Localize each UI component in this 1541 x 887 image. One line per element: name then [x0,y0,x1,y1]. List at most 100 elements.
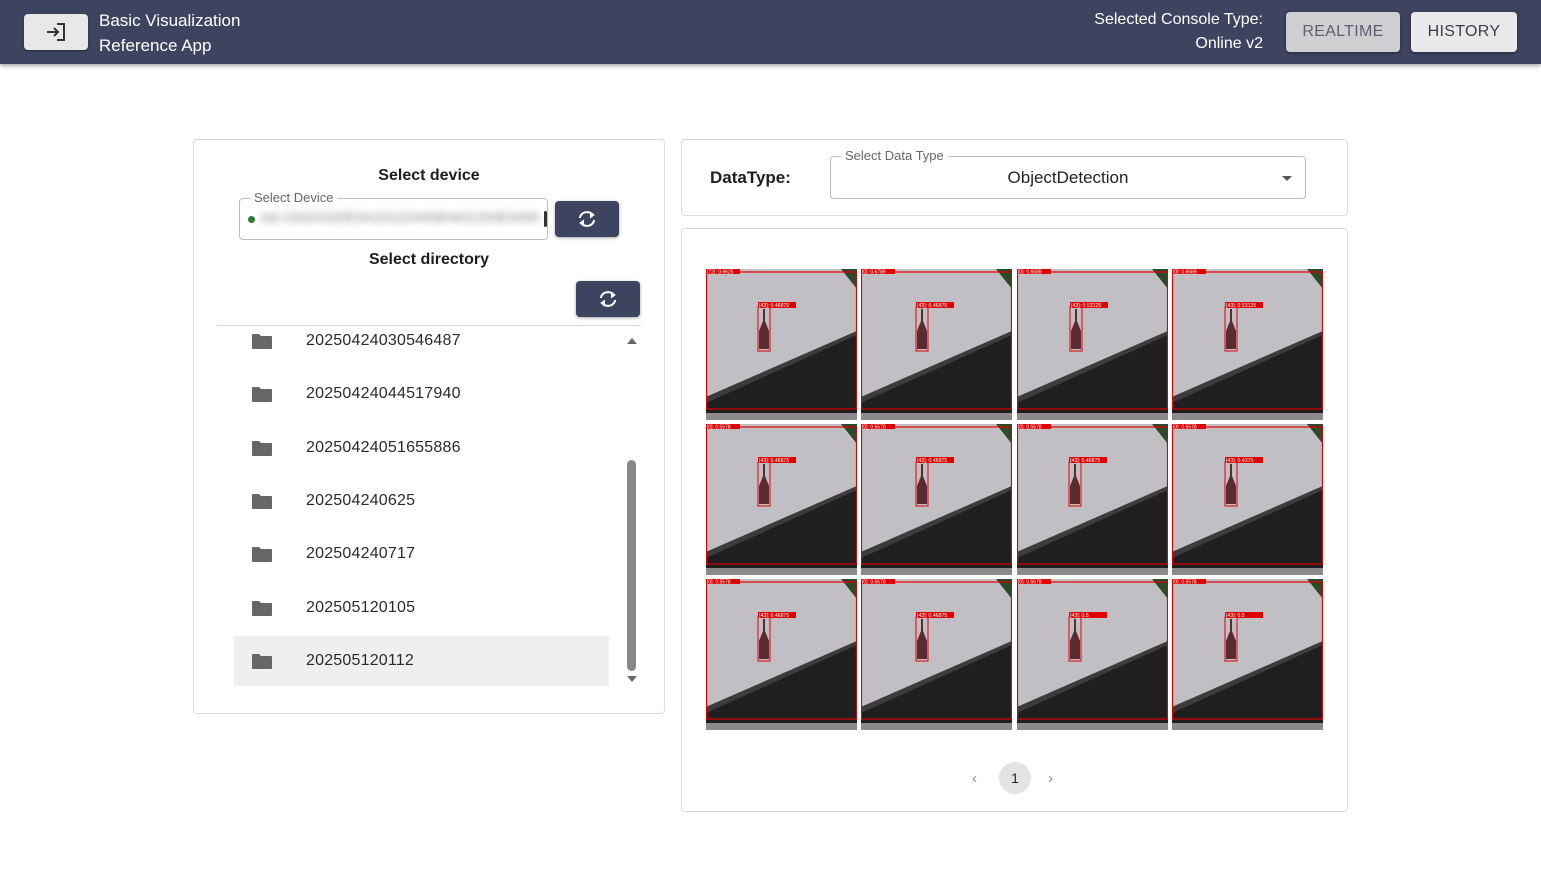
detection-image[interactable]: [0]: 0.5578 [43]: 0.46875 [861,424,1012,575]
directory-item-label: 202505120112 [306,652,414,669]
detection-box-label: [43]: 0.53125 [1226,303,1256,309]
console-type-label: Selected Console Type: [1094,11,1263,28]
directory-item-label: 202505120105 [306,599,416,616]
detection-corner-label: [0]: 0.6789 [862,270,886,276]
refresh-device-button[interactable] [555,201,619,237]
detection-image-canvas: [0]: 0.6789 [43]: 0.46875 [861,269,1012,420]
detection-corner-label: [0]: 0.6689 [1018,270,1042,276]
select-device-title: Select device [378,167,480,184]
detection-corner-label: [0]: 0.5578 [707,425,731,431]
directory-item-label: 20250424051655886 [306,439,461,456]
realtime-button[interactable]: REALTIME [1286,12,1400,52]
detection-box-label: [43]: 0.4375 [1226,458,1254,464]
folder-icon [252,601,272,616]
detection-corner-label: [0]: 0.6689 [1173,270,1197,276]
folder-icon [252,494,272,509]
directory-item[interactable]: 20250424044517940 [234,369,609,419]
detection-image-canvas: [0]: 0.5578 [43]: 0.46875 [706,424,857,575]
detection-corner-label: [0]: 0.5578 [1018,425,1042,431]
data-type-label: DataType: [710,168,791,187]
detection-image[interactable]: [0]: 0.6689 [43]: 0.53125 [1172,269,1323,420]
image-gallery-panel: [72]: 0.9625 [43]: 0.46875 [0]: 0.6789 [43]… [681,228,1348,812]
detection-image-canvas: [0]: 0.5578 [43]: 0.5 [1017,579,1168,730]
detection-image[interactable]: [0]: 0.6689 [43]: 0.53125 [1017,269,1168,420]
detection-box-label: [43]: 0.46875 [917,613,947,619]
pagination-prev-icon[interactable]: ‹ [972,770,977,787]
scroll-down-arrow-icon[interactable] [627,676,637,682]
detection-box-label: [43]: 0.46875 [759,458,789,464]
login-button[interactable] [24,14,88,50]
folder-icon [252,654,272,669]
directory-scrollbar[interactable] [624,336,640,688]
folder-icon [252,547,272,562]
scrollbar-thumb[interactable] [627,460,636,671]
refresh-directory-button[interactable] [576,281,640,317]
detection-image[interactable]: [0]: 0.6789 [43]: 0.46875 [861,269,1012,420]
detection-corner-label: [0]: 0.5578 [1173,580,1197,586]
detection-image-canvas: [0]: 0.6689 [43]: 0.53125 [1172,269,1323,420]
refresh-icon [579,211,595,227]
directory-item[interactable]: 202504240717 [234,529,609,579]
device-select[interactable]: Select Device sid-1002A320E0A2011D440804… [239,190,548,240]
data-type-panel: DataType: Select Data Type ObjectDetecti… [681,139,1348,216]
detection-box-label: [43]: 0.46875 [917,458,947,464]
detection-box-label: [43]: 0.46875 [759,303,789,309]
detection-image-canvas: [0]: 0.5578 [43]: 0.5 [1172,579,1323,730]
detection-corner-label: [0]: 0.5578 [862,580,886,586]
detection-corner-label: [72]: 0.9625 [707,270,734,276]
detection-box-label: [43]: 0.46875 [1070,458,1100,464]
detection-image-canvas: [0]: 0.6689 [43]: 0.53125 [1017,269,1168,420]
image-grid: [72]: 0.9625 [43]: 0.46875 [0]: 0.6789 [43]… [706,269,1324,731]
detection-box-label: [43]: 0.5 [1070,613,1089,619]
directory-item-label: 202504240625 [306,492,416,509]
device-field-cursor [544,211,547,227]
refresh-icon [600,291,616,307]
scroll-up-arrow-icon[interactable] [627,338,637,344]
history-button[interactable]: HISTORY [1411,12,1517,52]
app-title: Basic Visualization Reference App [99,8,240,58]
login-icon [47,23,65,41]
detection-image-canvas: [72]: 0.9625 [43]: 0.46875 [706,269,857,420]
directory-item[interactable]: 20250424030546487 [234,326,609,366]
detection-corner-label: [0]: 0.5578 [1173,425,1197,431]
data-type-select-label: Select Data Type [841,148,948,164]
detection-corner-label: [0]: 0.5578 [862,425,886,431]
directory-item-label: 20250424044517940 [306,385,461,402]
detection-box-label: [43]: 0.53125 [1071,303,1101,309]
detection-image[interactable]: [0]: 0.5578 [43]: 0.5 [1017,579,1168,730]
directory-item[interactable]: 20250424051655886 [234,423,609,473]
device-select-label: Select Device [250,190,338,206]
detection-image-canvas: [0]: 0.5578 [43]: 0.46875 [861,579,1012,730]
folder-icon [252,387,272,402]
dropdown-arrow-icon [1282,176,1292,181]
directory-list[interactable]: 20250424030546487 20250424044517940 202504… [234,326,609,689]
directory-item[interactable]: 202505120105 [234,583,609,633]
detection-image[interactable]: [0]: 0.5578 [43]: 0.46875 [1017,424,1168,575]
detection-box-label: [43]: 0.46875 [917,303,947,309]
select-directory-title: Select directory [368,251,490,268]
detection-image[interactable]: [0]: 0.5578 [43]: 0.4375 [1172,424,1323,575]
app-header: Basic Visualization Reference App Select… [0,0,1541,64]
data-type-select-value: ObjectDetection [1007,168,1129,187]
directory-item[interactable]: 202504240625 [234,476,609,526]
detection-image[interactable]: [0]: 0.5578 [43]: 0.46875 [706,579,857,730]
detection-image[interactable]: [72]: 0.9625 [43]: 0.46875 [706,269,857,420]
detection-image-canvas: [0]: 0.5578 [43]: 0.46875 [861,424,1012,575]
directory-item[interactable]: 202505120112 [234,636,609,686]
detection-image[interactable]: [0]: 0.5578 [43]: 0.46875 [861,579,1012,730]
detection-image[interactable]: [0]: 0.5578 [43]: 0.5 [1172,579,1323,730]
detection-box-label: [43]: 0.5 [1226,613,1245,619]
detection-corner-label: [0]: 0.5578 [707,580,731,586]
folder-icon [252,441,272,456]
app-title-line2: Reference App [99,36,212,55]
detection-image-canvas: [0]: 0.5578 [43]: 0.46875 [706,579,857,730]
detection-box-label: [43]: 0.46875 [759,613,789,619]
pagination-page-current[interactable]: 1 [999,762,1031,794]
directory-item-label: 20250424030546487 [306,332,461,349]
detection-image[interactable]: [0]: 0.5578 [43]: 0.46875 [706,424,857,575]
detection-image-canvas: [0]: 0.5578 [43]: 0.46875 [1017,424,1168,575]
pagination-next-icon[interactable]: › [1048,770,1053,787]
data-type-select[interactable]: Select Data Type ObjectDetection [830,148,1306,199]
console-type: Selected Console Type: Online v2 [1094,8,1263,56]
app-title-line1: Basic Visualization [99,11,241,30]
